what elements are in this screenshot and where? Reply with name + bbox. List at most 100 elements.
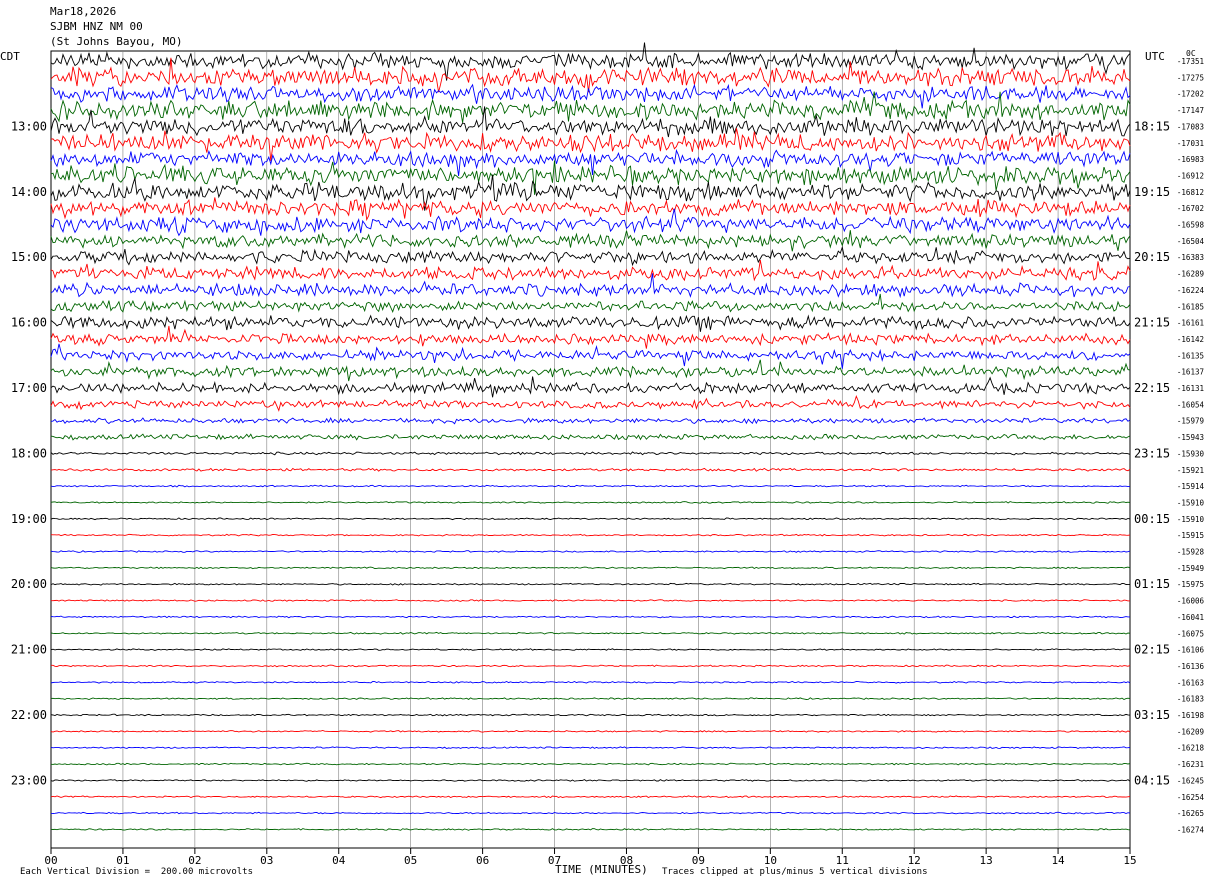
trace-line: [50, 343, 1131, 369]
trace-offset-label: -16185: [1177, 302, 1204, 311]
cdt-hour-label: 16:00: [11, 316, 47, 330]
trace-offset-label: -15921: [1177, 466, 1204, 475]
trace-offset-label: -16598: [1177, 221, 1205, 230]
clip-note: Traces clipped at plus/minus 5 vertical …: [662, 867, 928, 877]
trace-line: [50, 615, 1130, 619]
x-tick-label: 11: [836, 854, 849, 867]
cdt-hour-label: 14:00: [11, 185, 47, 199]
trace-line: [50, 762, 1131, 766]
utc-hour-label: 02:15: [1134, 643, 1170, 657]
cdt-hour-label: 21:00: [11, 643, 47, 657]
trace-offset-label: -15975: [1177, 580, 1204, 589]
trace-offset-label: -17031: [1177, 139, 1204, 148]
trace-line: [50, 501, 1131, 504]
trace-offset-label: -17147: [1177, 106, 1204, 115]
x-tick-label: 14: [1051, 854, 1065, 867]
trace-line: [50, 376, 1131, 398]
trace-offset-label: -16218: [1177, 744, 1205, 753]
trace-offset-label: -16254: [1177, 793, 1205, 802]
plot-date: Mar18,2026: [50, 5, 117, 18]
utc-hour-label: 22:15: [1134, 381, 1170, 395]
utc-hour-label: 23:15: [1134, 446, 1170, 460]
cdt-hour-label: 17:00: [11, 381, 47, 395]
trace-offset-label: -15943: [1177, 433, 1204, 442]
axis-labels: 00 01 02 03 04 05 06 07 08 09 10 11 12 13 14 15-17351-1…: [11, 57, 1205, 867]
trace-offset-label: -16142: [1177, 335, 1204, 344]
x-tick-label: 13: [980, 854, 993, 867]
x-tick-label: 01: [116, 854, 129, 867]
cdt-hour-label: 13:00: [11, 119, 47, 133]
trace-line: [50, 680, 1131, 684]
trace-offset-label: -16209: [1177, 727, 1204, 736]
cdt-hour-label: 18:00: [11, 446, 47, 460]
cdt-hour-label: 20:00: [11, 577, 47, 591]
trace-line: [50, 91, 1131, 123]
trace-offset-label: -16137: [1177, 368, 1204, 377]
trace-line: [50, 566, 1131, 570]
trace-line: [50, 359, 1131, 382]
cdt-hour-label: 23:00: [11, 773, 47, 787]
trace-offset-label: -16265: [1177, 809, 1204, 818]
offset-unit-label: 0C: [1186, 49, 1196, 58]
trace-line: [50, 648, 1130, 651]
trace-offset-label: -16383: [1177, 253, 1204, 262]
x-axis-title: TIME (MINUTES): [555, 863, 648, 876]
trace-line: [50, 517, 1131, 521]
x-tick-label: 02: [188, 854, 201, 867]
trace-line: [50, 451, 1131, 456]
trace-offset-label: -15979: [1177, 417, 1204, 426]
trace-offset-label: -17083: [1177, 122, 1204, 131]
trace-offset-label: -16041: [1177, 613, 1204, 622]
x-tick-label: 03: [260, 854, 273, 867]
utc-hour-label: 00:15: [1134, 512, 1170, 526]
trace-line: [50, 197, 1131, 222]
trace-offset-label: -16161: [1177, 319, 1204, 328]
cdt-hour-label: 22:00: [11, 708, 47, 722]
trace-line: [50, 779, 1131, 782]
trace-offset-label: -16135: [1177, 351, 1204, 360]
x-tick-label: 05: [404, 854, 417, 867]
trace-line: [50, 811, 1131, 815]
trace-offset-label: -16075: [1177, 629, 1204, 638]
time-gridlines: [50, 50, 1131, 854]
trace-line: [50, 208, 1131, 237]
trace-offset-label: -16504: [1177, 237, 1205, 246]
helicorder-plot: 00 01 02 03 04 05 06 07 08 09 10 11 12 13 14 15-17351-1…: [11, 42, 1205, 867]
trace-offset-label: -16198: [1177, 711, 1205, 720]
trace-line: [50, 260, 1131, 282]
trace-line: [50, 230, 1131, 252]
trace-line: [50, 245, 1131, 267]
trace-line: [50, 533, 1131, 537]
trace-line: [50, 730, 1131, 733]
cdt-hour-label: 15:00: [11, 250, 47, 264]
utc-hour-label: 21:15: [1134, 316, 1170, 330]
trace-line: [50, 106, 1131, 138]
trace-line: [50, 148, 1131, 177]
trace-line: [50, 550, 1131, 553]
trace-offset-label: -16245: [1177, 776, 1204, 785]
trace-line: [50, 795, 1131, 799]
trace-line: [50, 293, 1131, 314]
trace-offset-label: -16054: [1177, 400, 1205, 409]
trace-offset-label: -17202: [1177, 90, 1204, 99]
x-tick-label: 15: [1123, 854, 1136, 867]
right-timezone-label: UTC: [1145, 50, 1165, 63]
trace-offset-label: -15949: [1177, 564, 1204, 573]
trace-offset-label: -15928: [1177, 548, 1205, 557]
utc-hour-label: 04:15: [1134, 773, 1170, 787]
x-tick-label: 00: [44, 854, 57, 867]
trace-line: [50, 83, 1131, 109]
station-code: SJBM HNZ NM 00: [50, 20, 143, 33]
trace-offset-label: -16702: [1177, 204, 1204, 213]
trace-line: [50, 160, 1131, 195]
trace-offset-label: -15930: [1177, 449, 1205, 458]
trace-offset-label: -15910: [1177, 498, 1205, 507]
trace-offset-label: -16983: [1177, 155, 1204, 164]
trace-line: [50, 174, 1131, 211]
x-tick-label: 06: [476, 854, 489, 867]
trace-offset-label: -15914: [1177, 482, 1205, 491]
trace-offset-label: -16274: [1177, 825, 1205, 834]
x-tick-label: 04: [332, 854, 346, 867]
trace-line: [50, 394, 1131, 412]
cdt-hour-label: 19:00: [11, 512, 47, 526]
